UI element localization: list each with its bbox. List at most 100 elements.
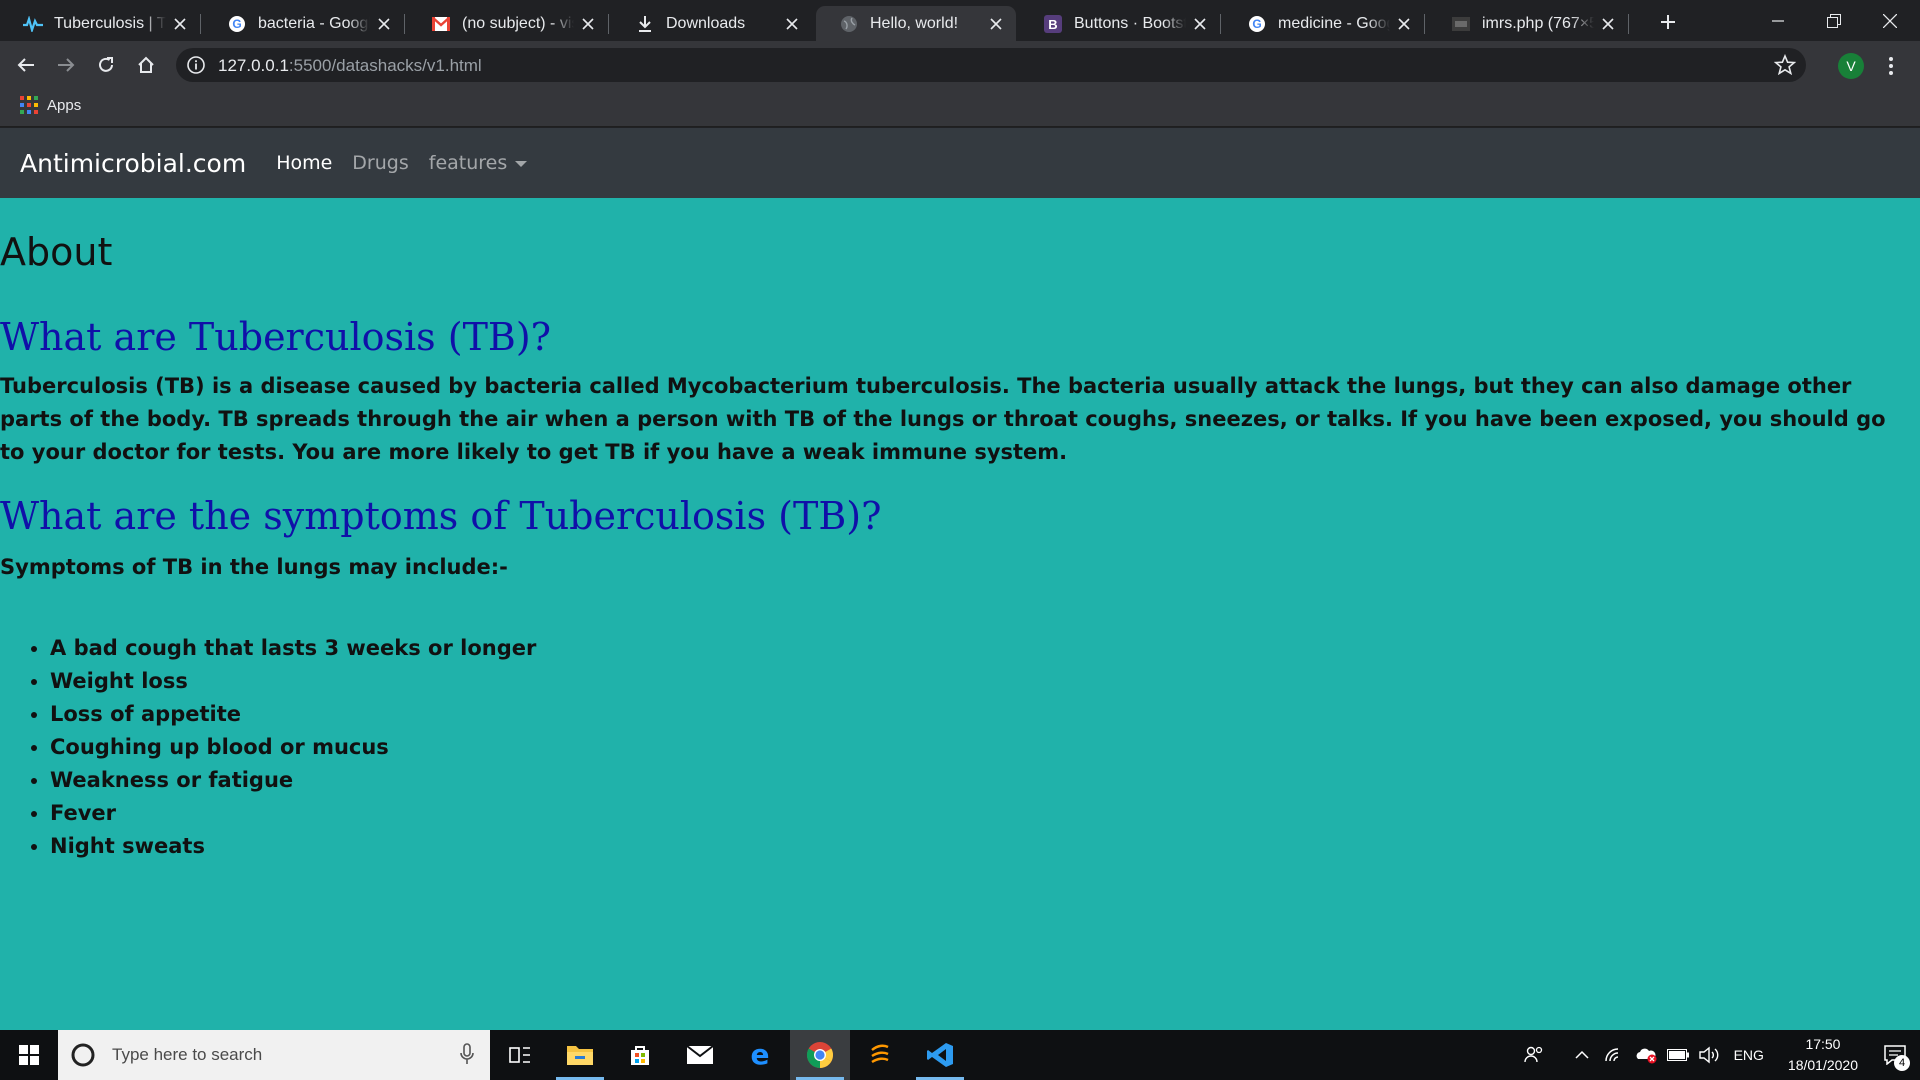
- close-icon[interactable]: [986, 14, 1006, 34]
- close-icon[interactable]: [1598, 14, 1618, 34]
- close-icon[interactable]: [1190, 14, 1210, 34]
- site-brand[interactable]: Antimicrobial.com: [20, 149, 246, 178]
- tab-title: bacteria - Google Searc: [258, 14, 370, 32]
- nav-features-dropdown[interactable]: features: [429, 152, 528, 174]
- edge-icon: e: [751, 1042, 770, 1068]
- site-navbar: Antimicrobial.com Home Drugs features: [0, 128, 1920, 198]
- tb-symptoms-heading: What are the symptoms of Tuberculosis (T…: [0, 494, 882, 538]
- back-button[interactable]: [10, 49, 42, 81]
- star-icon[interactable]: [1774, 54, 1796, 76]
- restore-icon: [1827, 13, 1841, 28]
- vscode-button[interactable]: [910, 1030, 970, 1080]
- symptoms-intro: Symptoms of TB in the lungs may include:…: [0, 555, 508, 579]
- taskbar-clock[interactable]: 17:50 18/01/2020: [1788, 1034, 1858, 1076]
- tab-title: Buttons · Bootstrap: [1074, 14, 1186, 32]
- list-item: Loss of appetite: [50, 698, 1908, 731]
- store-bag-icon: [631, 1046, 649, 1065]
- new-tab-button[interactable]: [1654, 8, 1682, 36]
- speaker-icon: [1698, 1046, 1718, 1064]
- task-view-button[interactable]: [490, 1030, 550, 1080]
- close-icon[interactable]: [1394, 14, 1414, 34]
- mail-icon: [686, 1045, 714, 1064]
- minimize-icon: [1772, 19, 1784, 22]
- list-item: Weakness or fatigue: [50, 764, 1908, 797]
- apps-grid-icon: [20, 96, 38, 114]
- bootstrap-icon: B: [1042, 13, 1064, 35]
- restore-button[interactable]: [1806, 0, 1862, 41]
- notification-count-badge: 4: [1894, 1055, 1910, 1071]
- file-explorer-button[interactable]: [550, 1030, 610, 1080]
- imrs-icon: [1450, 13, 1472, 35]
- chrome-icon: [806, 1042, 834, 1069]
- tab-hello-world[interactable]: Hello, world!: [816, 6, 1016, 41]
- plus-icon: [1661, 15, 1675, 29]
- home-icon: [138, 56, 154, 73]
- download-icon: [634, 13, 656, 35]
- edge-button[interactable]: e: [730, 1030, 790, 1080]
- battery-button[interactable]: [1664, 1030, 1692, 1080]
- tab-imrs-image[interactable]: imrs.php (767×511): [1428, 6, 1629, 41]
- tab-title: Hello, world!: [870, 14, 959, 32]
- cortana-icon: [71, 1043, 95, 1067]
- close-icon[interactable]: [170, 14, 190, 34]
- tab-title: imrs.php (767×511): [1482, 14, 1594, 32]
- menu-button[interactable]: [1878, 53, 1904, 79]
- reload-button[interactable]: [90, 49, 122, 81]
- input-language[interactable]: ENG: [1734, 1047, 1764, 1063]
- list-item: Coughing up blood or mucus: [50, 731, 1908, 764]
- caret-down-icon: [515, 160, 528, 167]
- nav-home[interactable]: Home: [276, 152, 332, 174]
- network-button[interactable]: [1600, 1030, 1628, 1080]
- close-icon[interactable]: [782, 14, 802, 34]
- close-icon[interactable]: [578, 14, 598, 34]
- mail-button[interactable]: [670, 1030, 730, 1080]
- show-hidden-icons-button[interactable]: [1568, 1030, 1596, 1080]
- info-icon[interactable]: [186, 55, 206, 75]
- close-window-button[interactable]: [1862, 0, 1918, 41]
- nav-features-label: features: [428, 152, 508, 174]
- sublime-text-button[interactable]: [850, 1030, 910, 1080]
- taskbar-search[interactable]: Type here to search: [58, 1030, 490, 1080]
- apps-shortcut[interactable]: Apps: [20, 96, 81, 114]
- clock-time: 17:50: [1805, 1036, 1841, 1052]
- home-button[interactable]: [130, 49, 162, 81]
- tab-title: medicine - Google Se: [1278, 14, 1390, 32]
- chevron-up-icon: [1575, 1050, 1589, 1059]
- tab-tuberculosis[interactable]: Tuberculosis | TB | Cl: [0, 6, 201, 41]
- start-button[interactable]: [0, 1030, 58, 1080]
- wifi-icon: [1604, 1048, 1618, 1062]
- address-bar[interactable]: 127.0.0.1:5500/datashacks/v1.html: [176, 48, 1806, 82]
- forward-button[interactable]: [50, 49, 82, 81]
- task-view-icon: [509, 1047, 530, 1063]
- volume-button[interactable]: [1696, 1030, 1724, 1080]
- close-icon[interactable]: [374, 14, 394, 34]
- url-text: 127.0.0.1:5500/datashacks/v1.html: [218, 56, 482, 75]
- clock-date: 18/01/2020: [1787, 1057, 1858, 1073]
- tab-downloads[interactable]: Downloads: [612, 6, 812, 41]
- tab-title: Tuberculosis | TB | Cl: [54, 14, 166, 32]
- chrome-button[interactable]: [790, 1030, 850, 1080]
- svg-text:G: G: [1252, 17, 1261, 31]
- action-center-button[interactable]: 4: [1870, 1030, 1920, 1080]
- page-viewport: Antimicrobial.com Home Drugs features Ab…: [0, 128, 1920, 1030]
- people-button[interactable]: [1520, 1030, 1548, 1080]
- tab-medicine-search[interactable]: G medicine - Google Se: [1224, 6, 1425, 41]
- apps-label: Apps: [47, 96, 82, 114]
- profile-avatar[interactable]: V: [1838, 53, 1864, 79]
- tab-gmail[interactable]: (no subject) - vishnu: [408, 6, 609, 41]
- symptoms-list: A bad cough that lasts 3 weeks or longer…: [0, 632, 1908, 863]
- arrow-left-icon: [17, 58, 34, 72]
- minimize-button[interactable]: [1750, 0, 1806, 41]
- list-item: Night sweats: [50, 830, 1908, 863]
- nav-drugs[interactable]: Drugs: [352, 152, 408, 174]
- svg-text:G: G: [232, 17, 241, 31]
- people-icon: [1523, 1046, 1542, 1063]
- tab-bootstrap-buttons[interactable]: B Buttons · Bootstrap: [1020, 6, 1221, 41]
- onedrive-button[interactable]: [1632, 1030, 1660, 1080]
- about-heading: About: [0, 230, 113, 274]
- bookmarks-bar: Apps: [0, 89, 1920, 127]
- google-icon: G: [1246, 13, 1268, 35]
- microsoft-store-button[interactable]: [610, 1030, 670, 1080]
- tab-bacteria-search[interactable]: G bacteria - Google Searc: [204, 6, 405, 41]
- vscode-icon: [927, 1043, 953, 1067]
